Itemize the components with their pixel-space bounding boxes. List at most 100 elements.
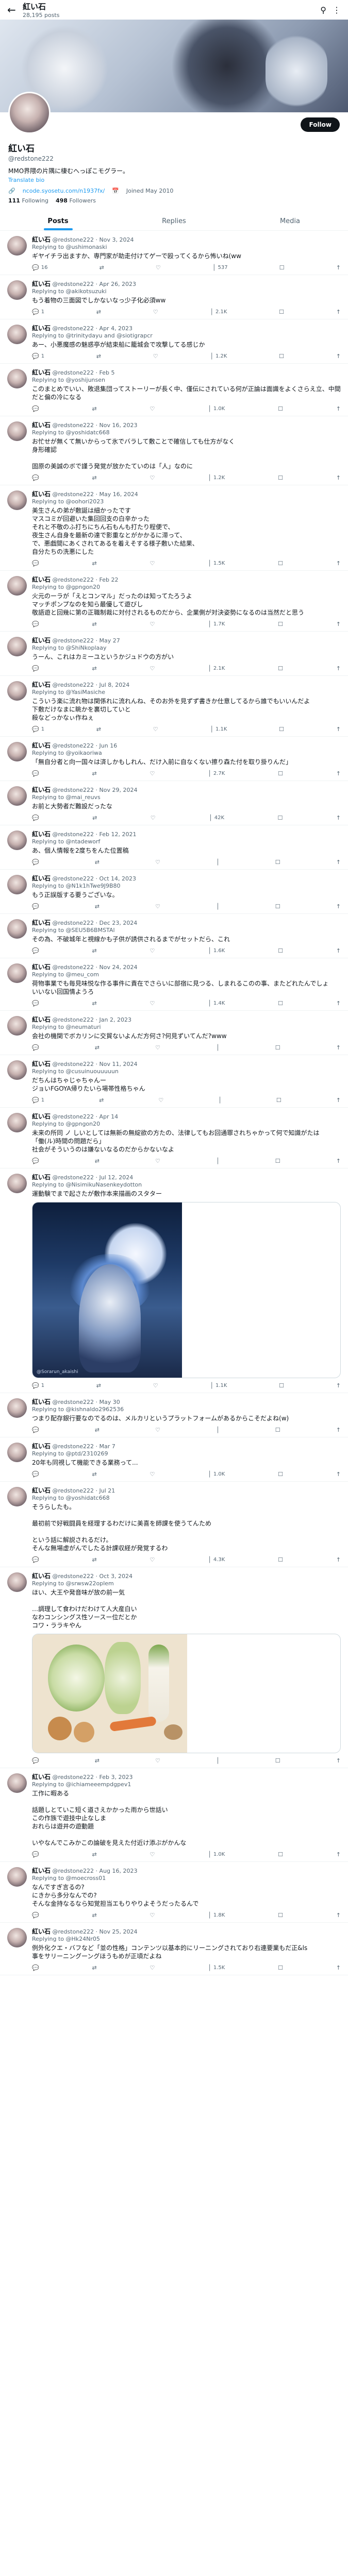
avatar[interactable]	[7, 1443, 27, 1462]
bookmark-button[interactable]: ☐	[278, 1912, 283, 1919]
bookmark-button[interactable]: ☐	[279, 264, 285, 271]
bookmark-button[interactable]: ☐	[275, 1044, 280, 1051]
reply-button[interactable]: 💬	[32, 1000, 39, 1007]
replying-to[interactable]: Replying to @trinitydayu and @siotigrapc…	[32, 332, 341, 340]
avatar[interactable]	[7, 421, 27, 441]
tweet[interactable]: 紅い石 @redstone222 · Apr 26, 2023 Replying …	[0, 275, 348, 319]
tweet[interactable]: 紅い石 @redstone222 · May 27 Replying to @Sh…	[0, 632, 348, 676]
tweet[interactable]: 紅い石 @redstone222 · Apr 4, 2023 Replying t…	[0, 319, 348, 364]
retweet-button[interactable]: ⇄	[92, 560, 97, 567]
reply-button[interactable]: 💬	[32, 770, 39, 777]
replying-to[interactable]: Replying to @ichiameeempdgpev1	[32, 1781, 341, 1788]
profile-link[interactable]: ncode.syosetu.com/n1937fx/	[23, 188, 105, 194]
share-button[interactable]: ↑	[336, 1471, 341, 1478]
views-button[interactable]: │	[218, 1097, 222, 1104]
more-icon[interactable]: ⋮	[333, 5, 341, 15]
replying-to[interactable]: Replying to @moecross01	[32, 1875, 341, 1882]
avatar[interactable]	[7, 1174, 27, 1193]
retweet-button[interactable]: ⇄	[96, 353, 101, 360]
replying-to[interactable]: Replying to @srwsw22oplem	[32, 1580, 341, 1587]
bookmark-button[interactable]: ☐	[275, 859, 280, 866]
share-button[interactable]: ↑	[336, 1912, 341, 1919]
avatar[interactable]	[7, 325, 27, 344]
bookmark-button[interactable]: ☐	[278, 621, 283, 628]
retweet-button[interactable]: ⇄	[92, 1964, 97, 1971]
bookmark-button[interactable]: ☐	[279, 353, 284, 360]
views-button[interactable]: │	[216, 1427, 220, 1433]
reply-button[interactable]: 💬 1	[32, 1097, 44, 1104]
avatar[interactable]	[7, 919, 27, 939]
replying-to[interactable]: Replying to @YasiMasiche	[32, 689, 341, 696]
replying-to[interactable]: Replying to @gpngon20	[32, 584, 341, 591]
tweet[interactable]: 紅い石 @redstone222 · Feb 12, 2021 Replying …	[0, 825, 348, 870]
tweet[interactable]: 紅い石 @redstone222 · Jul 21 Replying to @yo…	[0, 1482, 348, 1567]
reply-button[interactable]: 💬 1	[32, 353, 44, 360]
views-button[interactable]: │	[216, 1044, 220, 1051]
share-button[interactable]: ↑	[336, 903, 341, 910]
like-button[interactable]: ♡	[150, 665, 155, 672]
reply-button[interactable]: 💬	[32, 815, 39, 821]
following-link[interactable]: 111 Following	[8, 197, 48, 204]
avatar[interactable]	[7, 236, 27, 256]
like-button[interactable]: ♡	[150, 947, 155, 954]
retweet-button[interactable]: ⇄	[95, 1158, 100, 1164]
like-button[interactable]: ♡	[153, 1382, 158, 1389]
avatar[interactable]	[7, 742, 27, 761]
bookmark-button[interactable]: ☐	[275, 1158, 280, 1164]
like-button[interactable]: ♡	[155, 1427, 160, 1433]
views-button[interactable]: │ 1.0K	[208, 1851, 225, 1858]
retweet-button[interactable]: ⇄	[96, 309, 101, 315]
replying-to[interactable]: Replying to @kishnaldo2962536	[32, 1406, 341, 1413]
replying-to[interactable]: Replying to @yoshidatc668	[32, 1495, 341, 1502]
share-button[interactable]: ↑	[336, 1964, 341, 1971]
share-button[interactable]: ↑	[336, 859, 341, 866]
reply-button[interactable]: 💬	[32, 947, 39, 954]
share-button[interactable]: ↑	[336, 1097, 341, 1104]
replying-to[interactable]: Replying to @cusuinuouuuuun	[32, 1068, 341, 1075]
search-icon[interactable]: ⚲	[320, 5, 326, 15]
like-button[interactable]: ♡	[150, 1471, 155, 1478]
replying-to[interactable]: Replying to @N1k1hTwe9J9B80	[32, 883, 341, 890]
avatar[interactable]	[7, 637, 27, 656]
replying-to[interactable]: Replying to @akikotsuzuki	[32, 288, 341, 295]
views-button[interactable]: │ 1.2K	[208, 474, 225, 481]
tweet[interactable]: 紅い石 @redstone222 · Jul 8, 2024 Replying t…	[0, 676, 348, 737]
reply-button[interactable]: 💬	[32, 560, 39, 567]
tweet[interactable]: 紅い石 @redstone222 · Oct 3, 2024 Replying t…	[0, 1567, 348, 1768]
like-button[interactable]: ♡	[153, 309, 158, 315]
reply-button[interactable]: 💬	[32, 1964, 39, 1971]
replying-to[interactable]: Replying to @gpngon20	[32, 1121, 341, 1128]
share-button[interactable]: ↑	[336, 474, 341, 481]
reply-button[interactable]: 💬 1	[32, 1382, 44, 1389]
tab-posts[interactable]: Posts	[0, 211, 116, 230]
like-button[interactable]: ♡	[151, 815, 156, 821]
share-button[interactable]: ↑	[336, 405, 341, 412]
avatar[interactable]	[7, 1113, 27, 1132]
views-button[interactable]: │ 1.1K	[210, 1382, 227, 1389]
reply-button[interactable]: 💬 1	[32, 309, 44, 315]
avatar[interactable]	[7, 1398, 27, 1418]
avatar[interactable]	[8, 92, 51, 134]
share-button[interactable]: ↑	[336, 1382, 341, 1389]
share-button[interactable]: ↑	[336, 1158, 341, 1164]
tweet-author-name[interactable]: 紅い石	[32, 1572, 51, 1580]
bookmark-button[interactable]: ☐	[276, 1097, 281, 1104]
share-button[interactable]: ↑	[336, 560, 341, 567]
views-button[interactable]: │	[216, 903, 220, 910]
reply-button[interactable]: 💬	[32, 474, 39, 481]
tweet-image[interactable]	[32, 1634, 341, 1753]
retweet-button[interactable]: ⇄	[92, 1000, 97, 1007]
views-button[interactable]: │	[216, 1158, 220, 1164]
views-button[interactable]: │ 1.4K	[208, 1000, 225, 1007]
bookmark-button[interactable]: ☐	[278, 1556, 283, 1563]
follow-button[interactable]: Follow	[301, 117, 340, 132]
avatar[interactable]	[7, 1773, 27, 1793]
like-button[interactable]: ♡	[150, 1851, 155, 1858]
tweet-author-name[interactable]: 紅い石	[32, 637, 51, 644]
like-button[interactable]: ♡	[150, 560, 155, 567]
reply-button[interactable]: 💬	[32, 859, 39, 866]
tweet-author-name[interactable]: 紅い石	[32, 325, 51, 332]
tweet[interactable]: 紅い石 @redstone222 · May 16, 2024 Replying …	[0, 485, 348, 571]
like-button[interactable]: ♡	[150, 621, 155, 628]
tweet-author-name[interactable]: 紅い石	[32, 919, 51, 926]
